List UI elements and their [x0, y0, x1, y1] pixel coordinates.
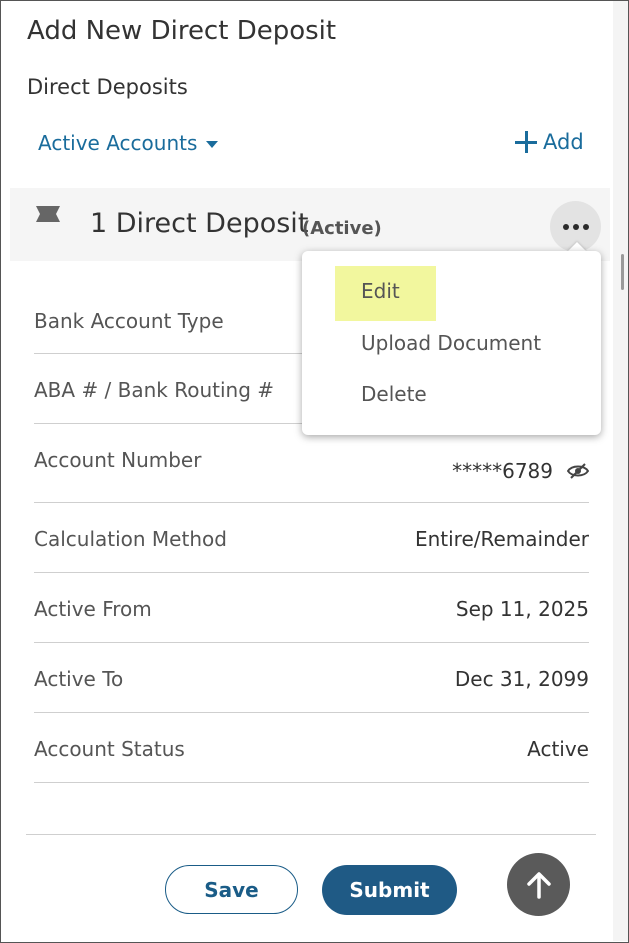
arrow-up-icon: [526, 871, 552, 899]
card-title: 1 Direct Deposit: [90, 208, 309, 239]
active-accounts-dropdown[interactable]: Active Accounts: [38, 131, 219, 155]
eye-icon[interactable]: [567, 463, 589, 479]
detail-row-calculation-method: Calculation Method Entire/Remainder: [34, 502, 589, 573]
detail-label: ABA # / Bank Routing #: [34, 378, 275, 402]
menu-item-edit[interactable]: Edit: [361, 279, 400, 303]
detail-row-account-status: Account Status Active: [34, 712, 589, 783]
detail-label: Active From: [34, 597, 152, 621]
scrollbar-track[interactable]: [613, 1, 628, 941]
detail-label: Calculation Method: [34, 527, 227, 551]
add-button[interactable]: Add: [515, 130, 584, 154]
page-title: Add New Direct Deposit: [27, 16, 337, 46]
detail-value-wrap: *****6789: [452, 459, 589, 483]
plus-icon: [515, 131, 537, 153]
caret-down-icon: [206, 140, 219, 148]
detail-label: Bank Account Type: [34, 309, 224, 333]
add-button-label: Add: [543, 130, 584, 154]
account-number-value: *****6789: [452, 459, 553, 483]
detail-value: Sep 11, 2025: [455, 597, 589, 621]
scrollbar-thumb[interactable]: [621, 254, 624, 290]
submit-button[interactable]: Submit: [322, 865, 457, 915]
menu-item-upload-document[interactable]: Upload Document: [361, 331, 541, 355]
save-button[interactable]: Save: [165, 865, 298, 914]
detail-label: Account Status: [34, 737, 185, 761]
active-accounts-label: Active Accounts: [38, 131, 198, 155]
more-options-menu: Edit Upload Document Delete: [302, 251, 601, 435]
detail-value: Entire/Remainder: [414, 527, 589, 551]
detail-row-active-to: Active To Dec 31, 2099: [34, 642, 589, 713]
detail-value: Active: [527, 737, 589, 761]
detail-row-active-from: Active From Sep 11, 2025: [34, 572, 589, 643]
scroll-to-top-button[interactable]: [507, 853, 570, 916]
detail-value: Dec 31, 2099: [454, 667, 589, 691]
detail-row-account-number: Account Number *****6789: [34, 423, 589, 503]
detail-label: Account Number: [34, 448, 202, 472]
footer-divider: [26, 834, 596, 835]
ribbon-icon: [36, 206, 60, 226]
section-title: Direct Deposits: [27, 75, 188, 99]
detail-label: Active To: [34, 667, 124, 691]
menu-item-delete[interactable]: Delete: [361, 382, 427, 406]
ellipsis-icon: [562, 223, 569, 230]
card-status-badge: (Active): [302, 218, 382, 239]
